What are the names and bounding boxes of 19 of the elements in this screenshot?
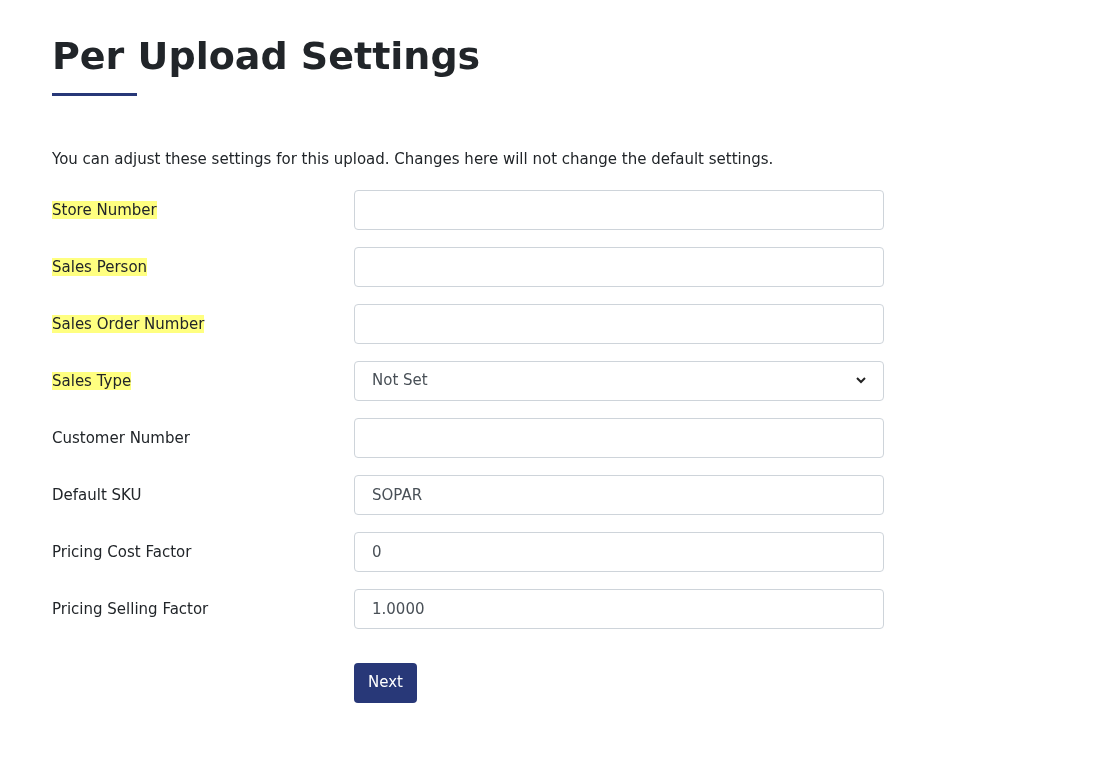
field-label: Store Number: [52, 200, 157, 219]
dropdown-field[interactable]: Not Set: [354, 360, 884, 401]
field-label: Pricing Cost Factor: [52, 542, 192, 561]
field-label: Sales Type: [52, 371, 132, 390]
input-field[interactable]: [354, 189, 884, 230]
field-label: Sales Person: [52, 257, 148, 276]
chevron-down-icon: [856, 377, 866, 384]
input-field[interactable]: SOPAR: [354, 474, 884, 515]
next-button[interactable]: Next: [354, 662, 417, 703]
input-field[interactable]: 0: [354, 531, 884, 572]
intro-text: You can adjust these settings for this upload. Changes here will not change the default settings.: [52, 149, 775, 170]
page-title: Per Upload Settings: [52, 33, 481, 80]
input-field[interactable]: 1.0000: [354, 588, 884, 629]
input-field[interactable]: [354, 303, 884, 344]
field-label: Customer Number: [52, 428, 190, 447]
field-label: Default SKU: [52, 485, 142, 504]
input-field[interactable]: [354, 246, 884, 287]
input-field[interactable]: [354, 417, 884, 458]
field-label: Pricing Selling Factor: [52, 599, 209, 618]
